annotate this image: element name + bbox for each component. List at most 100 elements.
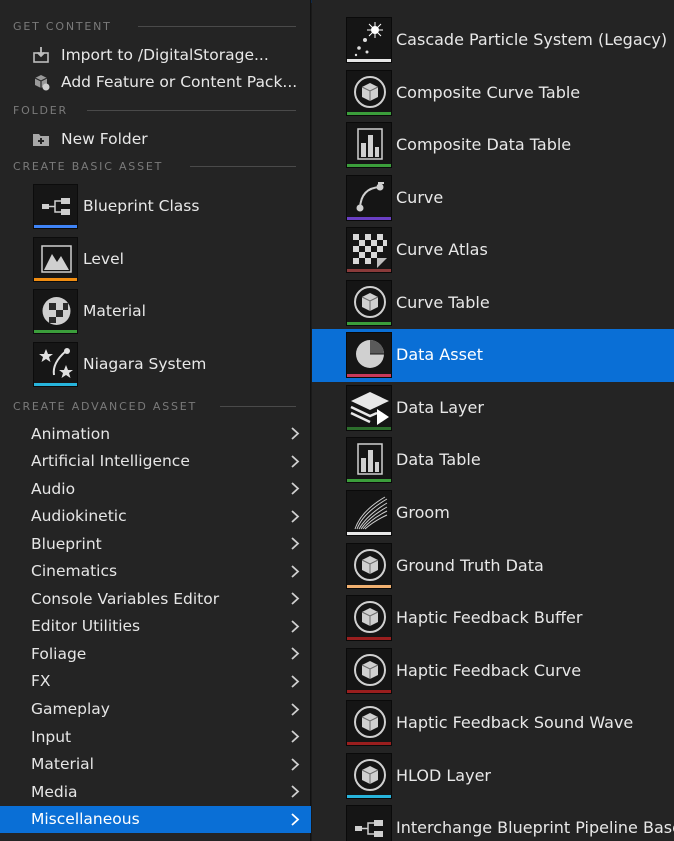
asset-hlod-layer-menu-item[interactable]: HLOD Layer — [312, 750, 674, 803]
pie-icon — [356, 340, 384, 369]
content-browser-add-menu: GET CONTENT Import to /DigitalStorage...… — [0, 0, 311, 841]
asset-thumbnail — [346, 384, 392, 431]
asset-thumbnail — [346, 542, 392, 589]
section-divider — [220, 406, 296, 407]
category-gameplay[interactable]: Gameplay — [0, 696, 311, 723]
asset-interchange-blueprint-pipeline-base-menu-item[interactable]: Interchange Blueprint Pipeline Base — [312, 802, 674, 841]
blueprint-class-label: Blueprint Class — [83, 197, 200, 215]
asset-ground-truth-data-menu-item[interactable]: Ground Truth Data — [312, 540, 674, 593]
asset-color-bar — [347, 479, 391, 483]
material-menu-item[interactable]: Material — [0, 287, 311, 337]
new-folder-icon — [33, 134, 49, 146]
blueprint-class-menu-item[interactable]: Blueprint Class — [0, 182, 311, 232]
asset-data-table-menu-item[interactable]: Data Table — [312, 434, 674, 487]
section-header-create-advanced-asset: CREATE ADVANCED ASSET — [13, 399, 198, 413]
asset-color-bar — [347, 269, 391, 273]
asset-curve-menu-item[interactable]: Curve — [312, 172, 674, 225]
category-label: Console Variables Editor — [31, 589, 220, 608]
blueprint-class-thumbnail — [33, 184, 78, 229]
asset-thumbnail — [346, 805, 392, 841]
asset-groom-menu-item[interactable]: Groom — [312, 487, 674, 540]
asset-color-bar — [347, 216, 391, 220]
chevron-right-icon — [291, 482, 300, 495]
category-audio[interactable]: Audio — [0, 475, 311, 502]
category-audiokinetic[interactable]: Audiokinetic — [0, 503, 311, 530]
category-blueprint[interactable]: Blueprint — [0, 530, 311, 557]
section-header-create-basic-asset: CREATE BASIC ASSET — [13, 159, 164, 173]
chevron-right-icon — [291, 454, 300, 468]
category-label: Cinematics — [31, 562, 118, 581]
chevron-right-icon — [291, 427, 300, 440]
asset-thumbnail — [346, 752, 392, 799]
asset-haptic-feedback-curve-menu-item[interactable]: Haptic Feedback Curve — [312, 645, 674, 698]
asset-haptic-feedback-sound-wave-menu-item[interactable]: Haptic Feedback Sound Wave — [312, 697, 674, 750]
asset-data-asset-menu-item[interactable]: Data Asset — [312, 329, 674, 382]
blueprint-class-icon — [42, 198, 70, 215]
category-label: FX — [31, 672, 51, 691]
new-folder-menu-item[interactable]: New Folder — [0, 126, 311, 152]
chevron-right-icon — [291, 537, 300, 550]
asset-color-bar — [347, 374, 391, 378]
new-folder-label: New Folder — [61, 130, 148, 148]
chevron-right-icon — [291, 702, 300, 716]
add-feature-label: Add Feature or Content Pack... — [61, 73, 298, 91]
category-artificial-intelligence[interactable]: Artificial Intelligence — [0, 448, 311, 475]
cube-icon — [354, 548, 386, 581]
asset-composite-data-table-menu-item[interactable]: Composite Data Table — [312, 119, 674, 172]
asset-label: Haptic Feedback Curve — [396, 660, 582, 680]
chevron-right-icon — [291, 620, 300, 633]
level-menu-item[interactable]: Level — [0, 235, 311, 285]
category-media[interactable]: Media — [0, 778, 311, 805]
asset-data-layer-menu-item[interactable]: Data Layer — [312, 382, 674, 435]
category-label: Audio — [31, 479, 76, 498]
category-label: Editor Utilities — [31, 617, 141, 636]
chevron-right-icon — [291, 675, 300, 688]
data-table-icon — [357, 443, 383, 476]
asset-curve-table-menu-item[interactable]: Curve Table — [312, 277, 674, 330]
category-editor-utilities[interactable]: Editor Utilities — [0, 613, 311, 640]
asset-cascade-particle-system-legacy-menu-item[interactable]: Cascade Particle System (Legacy) — [312, 14, 674, 67]
data-layer-icon — [350, 391, 389, 425]
category-miscellaneous[interactable]: Miscellaneous — [0, 805, 311, 833]
chevron-right-icon — [291, 509, 300, 523]
category-console-variables-editor[interactable]: Console Variables Editor — [0, 585, 311, 612]
category-animation[interactable]: Animation — [0, 420, 311, 447]
asset-thumbnail — [346, 279, 392, 326]
category-label: Gameplay — [31, 700, 110, 718]
add-feature-menu-item[interactable]: Add Feature or Content Pack... — [0, 69, 311, 95]
cube-icon — [354, 75, 386, 108]
asset-thumbnail — [346, 122, 392, 169]
category-label: Foliage — [31, 644, 87, 663]
asset-thumbnail — [346, 489, 392, 536]
niagara-system-thumbnail — [33, 342, 78, 387]
chevron-right-icon — [291, 647, 300, 661]
asset-label: Groom — [396, 502, 450, 522]
category-input[interactable]: Input — [0, 723, 311, 750]
niagara-system-icon — [39, 348, 73, 378]
category-material[interactable]: Material — [0, 751, 311, 778]
asset-color-bar — [347, 689, 391, 693]
cube-icon — [354, 758, 386, 791]
asset-color-bar — [347, 426, 391, 430]
import-icon — [33, 47, 49, 63]
asset-label: Data Table — [396, 450, 481, 470]
asset-haptic-feedback-buffer-menu-item[interactable]: Haptic Feedback Buffer — [312, 592, 674, 645]
asset-curve-atlas-menu-item[interactable]: Curve Atlas — [312, 224, 674, 277]
category-label: Media — [31, 782, 78, 801]
asset-thumbnail — [346, 700, 392, 747]
asset-composite-curve-table-menu-item[interactable]: Composite Curve Table — [312, 67, 674, 120]
import-menu-item[interactable]: Import to /DigitalStorage... — [0, 42, 311, 68]
level-thumbnail — [33, 237, 78, 282]
category-cinematics[interactable]: Cinematics — [0, 558, 311, 585]
category-foliage[interactable]: Foliage — [0, 640, 311, 667]
category-label: Miscellaneous — [31, 810, 140, 829]
niagara-system-menu-item[interactable]: Niagara System — [0, 340, 311, 390]
niagara-system-label: Niagara System — [83, 355, 207, 373]
asset-thumbnail — [346, 332, 392, 379]
asset-label: Composite Curve Table — [396, 82, 581, 102]
category-label: Input — [31, 727, 72, 746]
asset-thumbnail — [346, 69, 392, 116]
asset-label: HLOD Layer — [396, 765, 491, 785]
category-fx[interactable]: FX — [0, 668, 311, 695]
section-divider — [190, 166, 296, 167]
